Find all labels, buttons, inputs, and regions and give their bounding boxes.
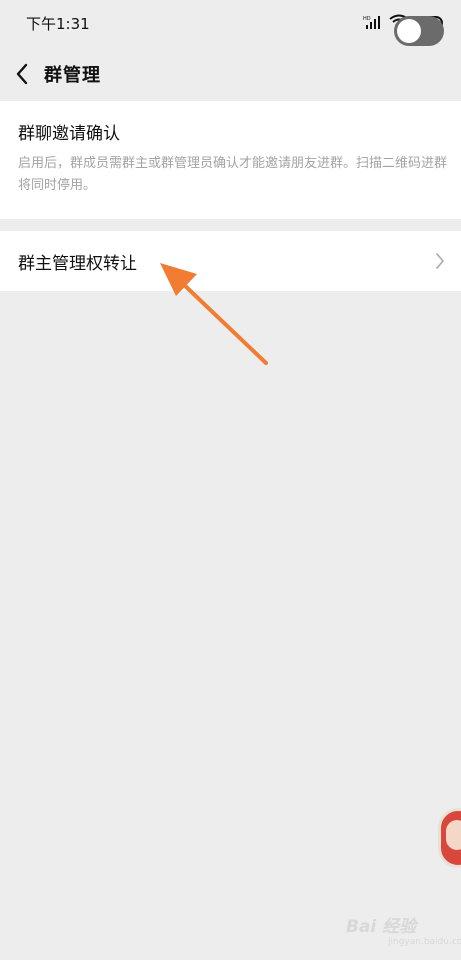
status-time: 下午1:31 bbox=[26, 14, 90, 33]
chevron-left-icon bbox=[16, 63, 28, 85]
invite-confirm-title: 群聊邀请确认 bbox=[18, 124, 120, 144]
transfer-ownership-label: 群主管理权转让 bbox=[18, 253, 137, 274]
watermark-logo: Bai 经验 bbox=[346, 917, 417, 937]
nav-bar: 群管理 bbox=[0, 50, 461, 98]
invite-confirm-card: 群聊邀请确认 启用后，群成员需群主或群管理员确认才能邀请朋友进群。扫描二维码进群… bbox=[0, 101, 461, 219]
chevron-right-icon bbox=[436, 253, 444, 269]
invite-confirm-description: 启用后，群成员需群主或群管理员确认才能邀请朋友进群。扫描二维码进群将同时停用。 bbox=[18, 156, 448, 193]
toggle-knob bbox=[397, 19, 421, 43]
transfer-ownership-row[interactable]: 群主管理权转让 bbox=[0, 231, 461, 291]
watermark-url: jingyan.baidu.com bbox=[388, 937, 461, 947]
invite-confirm-toggle[interactable] bbox=[394, 16, 444, 46]
back-button[interactable] bbox=[0, 50, 44, 98]
hd-label: HD bbox=[363, 16, 371, 22]
page-title: 群管理 bbox=[44, 65, 101, 86]
signal-icon: HD bbox=[363, 14, 383, 33]
status-bar: 下午1:31 HD 80 bbox=[0, 0, 461, 46]
sticker-face bbox=[446, 820, 461, 850]
